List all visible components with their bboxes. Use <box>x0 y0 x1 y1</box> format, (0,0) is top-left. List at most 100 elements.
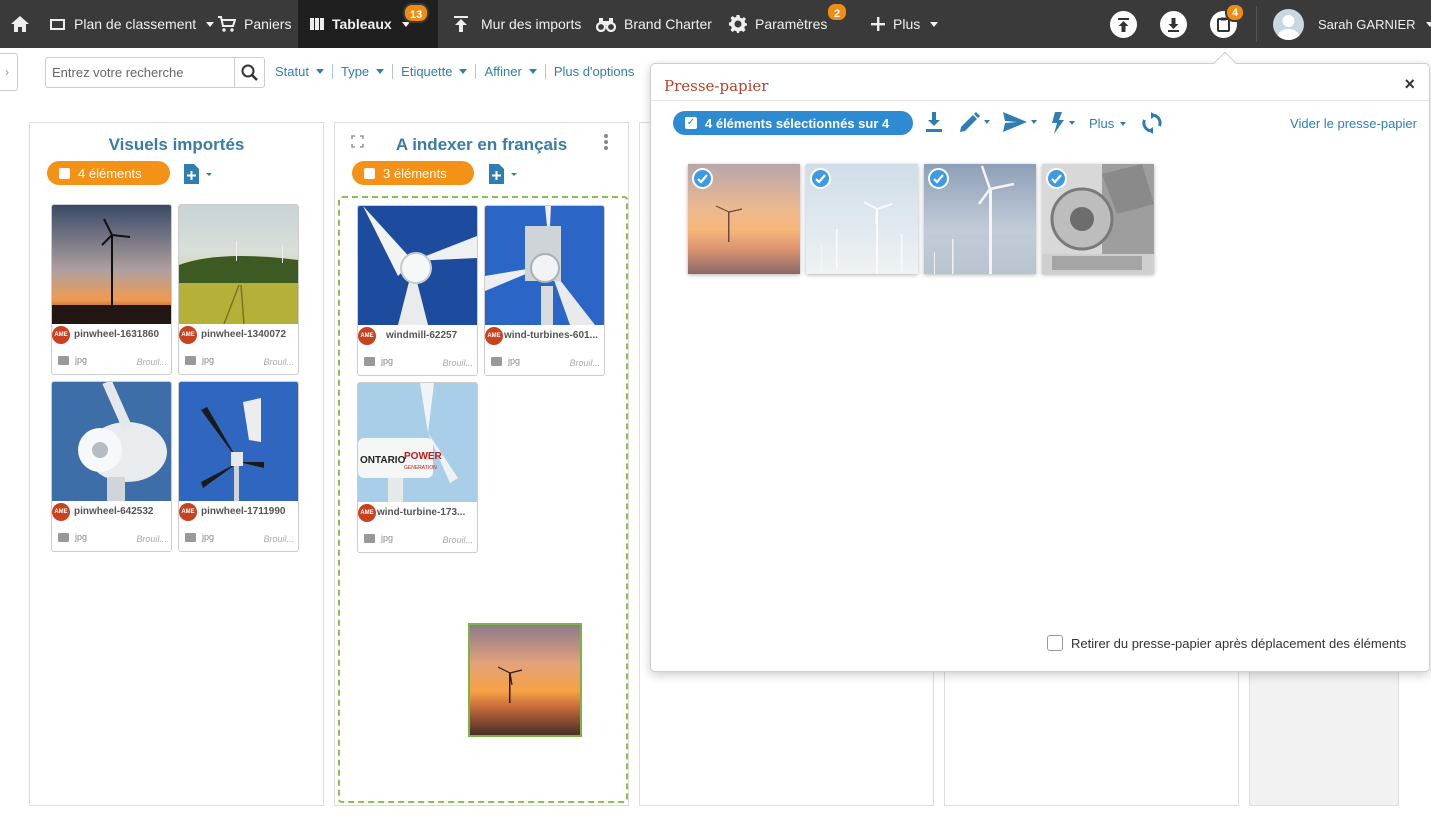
filter-label: Etiquette <box>401 64 453 79</box>
filter-label: Plus d'options <box>553 64 635 79</box>
asset-card[interactable]: AME pinwheel-1340072 jpg Brouil... <box>178 204 299 375</box>
clipboard-item[interactable] <box>924 164 1036 274</box>
filter-statut[interactable]: Statut <box>275 64 332 79</box>
refresh-action[interactable] <box>1142 112 1162 134</box>
refresh-icon <box>1142 112 1162 134</box>
selected-check-icon[interactable] <box>928 168 949 189</box>
asset-card[interactable]: AME pinwheel-1711990 jpg Brouil... <box>178 381 299 552</box>
svg-text:ONTARIO: ONTARIO <box>360 455 406 466</box>
asset-type: jpg <box>364 356 393 366</box>
asset-type: jpg <box>58 532 87 542</box>
selected-check-icon[interactable] <box>810 168 831 189</box>
clipboard-badge: 4 <box>1225 3 1245 22</box>
upload-icon <box>1118 17 1129 32</box>
sidebar-toggle[interactable]: › <box>0 53 18 91</box>
download-action[interactable] <box>925 112 943 132</box>
add-file-icon <box>184 164 212 184</box>
remove-after-move-label: Retirer du presse-papier après déplaceme… <box>1071 635 1407 651</box>
asset-card[interactable]: AME pinwheel-1631860 jpg Brouil... <box>51 204 172 375</box>
nav-parametres[interactable]: Paramètres <box>729 0 827 48</box>
select-all-pill[interactable]: 3 éléments <box>352 161 474 185</box>
owner-badge: AME <box>179 326 197 344</box>
nav-plus[interactable]: Plus <box>871 0 939 48</box>
clipboard-item[interactable] <box>1042 164 1154 274</box>
nav-mur-des-imports[interactable]: Mur des imports <box>453 0 581 48</box>
clipboard-item[interactable] <box>806 164 918 274</box>
nav-paniers[interactable]: Paniers <box>217 0 291 48</box>
image-icon <box>364 356 375 366</box>
chevron-right-icon: › <box>5 65 9 79</box>
send-action[interactable] <box>1003 112 1037 132</box>
asset-card[interactable]: ONTARIO POWER GENERATION AME wind-turbin… <box>357 382 478 553</box>
remove-after-move-checkbox[interactable] <box>1047 635 1063 651</box>
selection-pill[interactable]: ✓ 4 éléments sélectionnés sur 4 <box>673 111 913 135</box>
search-button[interactable] <box>234 58 264 87</box>
add-file-button[interactable] <box>183 164 213 189</box>
asset-status: Brouil... <box>442 358 473 368</box>
asset-status: Brouil... <box>569 358 600 368</box>
more-vertical-icon[interactable] <box>603 134 609 150</box>
add-file-button[interactable] <box>488 164 518 189</box>
image-icon <box>491 356 502 366</box>
asset-card[interactable]: AME wind-turbines-601... jpg Brouil... <box>484 205 605 376</box>
download-button[interactable] <box>1160 11 1187 38</box>
lightning-icon <box>1052 112 1064 134</box>
more-label: Plus <box>1089 116 1115 131</box>
more-menu[interactable]: Plus <box>1089 116 1127 131</box>
owner-badge: AME <box>358 504 376 522</box>
filter-type[interactable]: Type <box>331 64 392 79</box>
filter-affiner[interactable]: Affiner <box>475 64 544 79</box>
asset-name: wind-turbine-173... <box>377 507 466 518</box>
asset-status: Brouil... <box>136 357 167 367</box>
upload-button[interactable] <box>1110 11 1137 38</box>
home-button[interactable] <box>10 0 30 48</box>
select-all-pill[interactable]: 4 éléments <box>47 161 170 185</box>
edit-action[interactable] <box>960 112 990 132</box>
close-button[interactable]: × <box>1404 74 1415 95</box>
clipboard-popup: Presse-papier × ✓ 4 éléments sélectionné… <box>650 51 1430 672</box>
binoculars-icon <box>596 18 616 32</box>
asset-type: jpg <box>185 532 214 542</box>
svg-text:POWER: POWER <box>404 451 443 462</box>
nav-label: Paniers <box>244 16 292 32</box>
filter-bar: Statut Type Etiquette Affiner Plus d'opt… <box>275 64 642 79</box>
checked-checkbox-icon[interactable]: ✓ <box>685 117 697 129</box>
filter-label: Statut <box>275 64 309 79</box>
nav-label: Plan de classement <box>74 16 197 32</box>
asset-type: jpg <box>185 355 214 365</box>
filter-etiquette[interactable]: Etiquette <box>392 64 475 79</box>
nav-brand-charter[interactable]: Brand Charter <box>596 0 712 48</box>
asset-name: wind-turbines-601... <box>504 330 598 341</box>
parametres-badge: 2 <box>826 2 848 22</box>
clipboard-item[interactable] <box>688 164 800 274</box>
expand-icon[interactable] <box>351 135 364 148</box>
checkbox[interactable] <box>364 167 375 179</box>
asset-card[interactable]: AME windmill-62257 jpg Brouil... <box>357 205 478 376</box>
selected-check-icon[interactable] <box>692 168 713 189</box>
nav-label: Brand Charter <box>624 16 712 32</box>
owner-badge: AME <box>179 503 197 521</box>
owner-badge: AME <box>358 327 376 345</box>
nav-label: Tableaux <box>332 16 392 32</box>
dragged-asset-preview[interactable] <box>468 623 582 737</box>
asset-status: Brouil... <box>442 535 473 545</box>
actions-action[interactable] <box>1051 112 1075 134</box>
search-input[interactable] <box>46 58 236 87</box>
count-label: 4 éléments <box>78 165 142 181</box>
image-icon <box>58 532 69 542</box>
avatar[interactable] <box>1273 9 1304 40</box>
empty-clipboard-link[interactable]: Vider le presse-papier <box>1290 116 1417 131</box>
asset-thumbnail <box>179 205 298 324</box>
popup-title: Presse-papier <box>664 77 769 95</box>
count-label: 3 éléments <box>383 165 447 181</box>
nav-plan-de-classement[interactable]: Plan de classement <box>49 0 215 48</box>
filter-label: Affiner <box>484 64 522 79</box>
asset-card[interactable]: AME pinwheel-642532 jpg Brouil... <box>51 381 172 552</box>
selected-check-icon[interactable] <box>1046 168 1067 189</box>
add-file-icon <box>489 164 517 184</box>
remove-after-move-option: Retirer du presse-papier après déplaceme… <box>1047 635 1406 651</box>
checkbox[interactable] <box>59 167 70 179</box>
svg-text:GENERATION: GENERATION <box>404 465 437 471</box>
user-menu[interactable]: Sarah GARNIER <box>1318 0 1431 48</box>
filter-plus-options[interactable]: Plus d'options <box>544 64 643 79</box>
